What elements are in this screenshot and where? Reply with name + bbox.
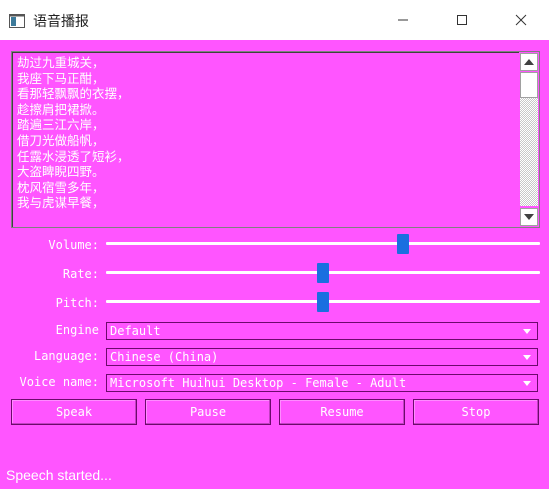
vertical-scrollbar[interactable] [519, 52, 539, 227]
resume-button[interactable]: Resume [279, 399, 405, 425]
title-bar: 语音播报 [0, 0, 549, 40]
rate-slider-handle[interactable] [317, 263, 329, 283]
text-line: 我座下马正酣， [17, 70, 105, 86]
arrow-down-icon [524, 214, 534, 220]
text-content: 劫过九重城关， 我座下马正酣， 看那轻飘飘的衣摆， 趁擦肩把裙掀。 踏遍三江六岸… [17, 55, 512, 225]
window-title: 语音播报 [33, 14, 89, 30]
voice-name-value: Microsoft Huihui Desktop - Female - Adul… [110, 376, 407, 390]
minimize-icon [398, 19, 408, 21]
volume-slider-handle[interactable] [397, 234, 409, 254]
voice-name-label: Voice name: [19, 375, 99, 389]
scroll-up-button[interactable] [520, 53, 538, 71]
text-line: 大盗睥睨四野。 [17, 164, 105, 180]
text-line: 劫过九重城关， [17, 55, 105, 70]
minimize-button[interactable] [380, 0, 426, 40]
close-button[interactable] [498, 0, 544, 40]
engine-label: Engine [55, 323, 99, 337]
language-label: Language: [33, 349, 99, 363]
scroll-down-button[interactable] [520, 208, 538, 226]
text-line: 踏遍三江六岸， [17, 117, 105, 133]
voice-name-select[interactable]: Microsoft Huihui Desktop - Female - Adul… [106, 374, 538, 392]
speak-button[interactable]: Speak [11, 399, 137, 425]
pitch-slider-handle[interactable] [317, 292, 329, 312]
language-select[interactable]: Chinese (China) [106, 348, 538, 366]
pitch-label: Pitch: [55, 296, 99, 310]
maximize-icon [457, 15, 467, 25]
text-line: 看那轻飘飘的衣摆， [17, 86, 130, 102]
maximize-button[interactable] [439, 0, 485, 40]
app-window-icon [9, 13, 25, 28]
chevron-down-icon [519, 325, 535, 337]
engine-select[interactable]: Default [106, 322, 538, 340]
text-line: 任露水浸透了短衫， [17, 148, 130, 164]
volume-slider[interactable] [106, 242, 540, 245]
pause-button[interactable]: Pause [145, 399, 271, 425]
status-text: Speech started... [6, 467, 112, 483]
speech-text-area[interactable]: 劫过九重城关， 我座下马正酣， 看那轻飘飘的衣摆， 趁擦肩把裙掀。 踏遍三江六岸… [11, 51, 540, 228]
arrow-up-icon [524, 59, 534, 65]
rate-label: Rate: [62, 267, 99, 281]
language-value: Chinese (China) [110, 350, 219, 364]
text-line: 我与虎谋早餐， [17, 195, 105, 211]
text-line: 趁擦肩把裙掀。 [17, 101, 105, 117]
volume-label: Volume: [48, 238, 99, 252]
close-icon [515, 14, 527, 26]
chevron-down-icon [519, 377, 535, 389]
stop-button[interactable]: Stop [413, 399, 539, 425]
chevron-down-icon [519, 351, 535, 363]
text-line: 枕风宿雪多年， [17, 179, 105, 195]
engine-value: Default [110, 324, 161, 338]
scrollbar-thumb[interactable] [520, 72, 538, 98]
text-line: 借刀光做船帆， [17, 132, 105, 148]
